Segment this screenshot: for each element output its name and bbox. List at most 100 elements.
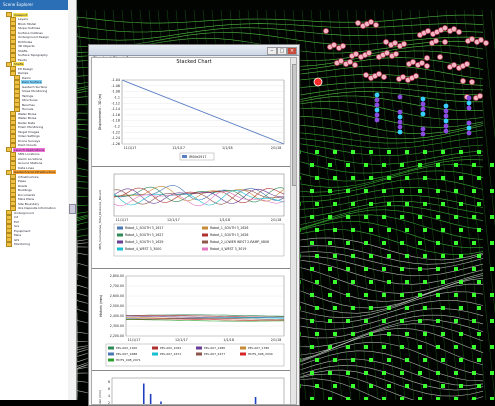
prism-marker — [478, 37, 484, 43]
tick-label: -1.14 — [111, 107, 120, 111]
sensor-marker — [490, 267, 494, 271]
sensor-marker — [351, 358, 355, 362]
prism-marker — [460, 78, 466, 84]
prism-marker — [425, 28, 431, 34]
prism-marker — [419, 60, 425, 66]
prism-marker — [323, 28, 329, 34]
sensor-marker — [405, 280, 409, 284]
chart-window-titlebar[interactable]: Stacked Chart 1 ‒ □ × — [89, 45, 299, 62]
panel-splitter[interactable] — [68, 0, 77, 400]
station-marker — [420, 106, 426, 112]
minimize-button[interactable]: ‒ — [267, 47, 277, 55]
sensor-marker — [459, 358, 463, 362]
legend-swatch — [108, 358, 114, 362]
station-marker — [466, 95, 472, 101]
sensor-marker — [346, 293, 350, 297]
sensor-marker — [418, 163, 422, 167]
sensor-marker — [315, 150, 319, 154]
sensor-marker — [418, 267, 422, 271]
chart-header: Stacked Chart — [176, 59, 212, 65]
sensor-marker — [405, 332, 409, 336]
sensor-marker — [351, 202, 355, 206]
chart-scrollbar[interactable] — [290, 58, 296, 404]
station-marker — [374, 97, 380, 103]
sensor-marker — [423, 280, 427, 284]
sensor-marker — [454, 215, 458, 219]
legend-label: PPL-002_1100 — [116, 346, 137, 350]
sensor-marker — [369, 280, 373, 284]
sensor-marker — [333, 358, 337, 362]
sensor-marker — [351, 306, 355, 310]
station-marker — [397, 109, 403, 115]
sensor-marker — [387, 306, 391, 310]
tick-label: -1.12 — [111, 101, 120, 105]
stacked-chart-window[interactable]: Stacked Chart 1 ‒ □ × Stacked Chart -1.0… — [88, 44, 300, 406]
sensor-marker — [382, 293, 386, 297]
sensor-marker — [333, 202, 337, 206]
tick-label: 2/1/18 — [271, 218, 282, 222]
sensor-marker — [405, 176, 409, 180]
chart-scroll-thumb[interactable] — [291, 64, 296, 186]
tick-label: 2,200.00 — [110, 334, 124, 338]
chart-body: Stacked Chart -1.04 -1.06 -1.08 -1.1 -1.12 -1… — [91, 57, 297, 405]
maximize-button[interactable]: □ — [277, 47, 287, 55]
sensor-marker — [382, 241, 386, 245]
close-button[interactable]: × — [287, 47, 297, 55]
prism-marker — [410, 59, 416, 65]
sensor-marker — [315, 280, 319, 284]
sensor-marker — [369, 228, 373, 232]
prism-marker — [469, 79, 475, 85]
axis-label: SMS_Cumulative_Total_Distance_Moved — [98, 190, 102, 250]
prism-marker — [456, 29, 462, 35]
legend-swatch — [196, 352, 202, 356]
sensor-marker — [328, 371, 332, 375]
legend-label: Robot_1_SOUTH 3_1627 — [125, 233, 163, 237]
sensor-marker — [310, 241, 314, 245]
sensor-marker — [382, 163, 386, 167]
legend-label: PPL-007_2477 — [204, 352, 225, 356]
bar — [160, 401, 162, 404]
prism-marker — [424, 63, 430, 69]
sensor-marker — [400, 215, 404, 219]
sensor-marker — [387, 254, 391, 258]
sensor-marker — [436, 371, 440, 375]
sensor-marker — [315, 332, 319, 336]
sensor-marker — [310, 371, 314, 375]
sensor-marker — [423, 384, 427, 388]
tree-item[interactable]: Monitoring — [0, 241, 68, 247]
sensor-marker — [423, 202, 427, 206]
sensor-marker — [387, 150, 391, 154]
sensor-marker — [382, 371, 386, 375]
sensor-marker — [490, 319, 494, 323]
sensor-marker — [387, 384, 391, 388]
sensor-marker — [477, 332, 481, 336]
sensor-marker — [472, 163, 476, 167]
sensor-marker — [400, 319, 404, 323]
sensor-marker — [364, 371, 368, 375]
sensor-marker — [364, 189, 368, 193]
prism-marker — [373, 22, 379, 28]
sensor-marker — [459, 332, 463, 336]
tick-label: 12/1/17 — [172, 146, 185, 150]
sensor-marker — [472, 319, 476, 323]
sensor-marker — [418, 345, 422, 349]
sensor-marker — [387, 202, 391, 206]
sensor-marker — [472, 345, 476, 349]
sensor-marker — [441, 176, 445, 180]
sensor-marker — [472, 215, 476, 219]
tick-label: 2,300.00 — [110, 324, 124, 328]
legend-swatch — [108, 352, 114, 356]
tick-label: -1.1 — [114, 95, 120, 99]
splitter-collapse-handle[interactable] — [69, 204, 76, 214]
sensor-marker — [454, 293, 458, 297]
sensor-marker — [472, 189, 476, 193]
legend-swatch — [196, 346, 202, 350]
tick-label: 2/1/18 — [271, 338, 282, 342]
sensor-marker — [441, 384, 445, 388]
prism-marker — [400, 74, 406, 80]
sensor-marker — [472, 293, 476, 297]
sensor-marker — [382, 189, 386, 193]
sensor-marker — [369, 358, 373, 362]
sensor-marker — [436, 267, 440, 271]
station-marker — [420, 126, 426, 132]
